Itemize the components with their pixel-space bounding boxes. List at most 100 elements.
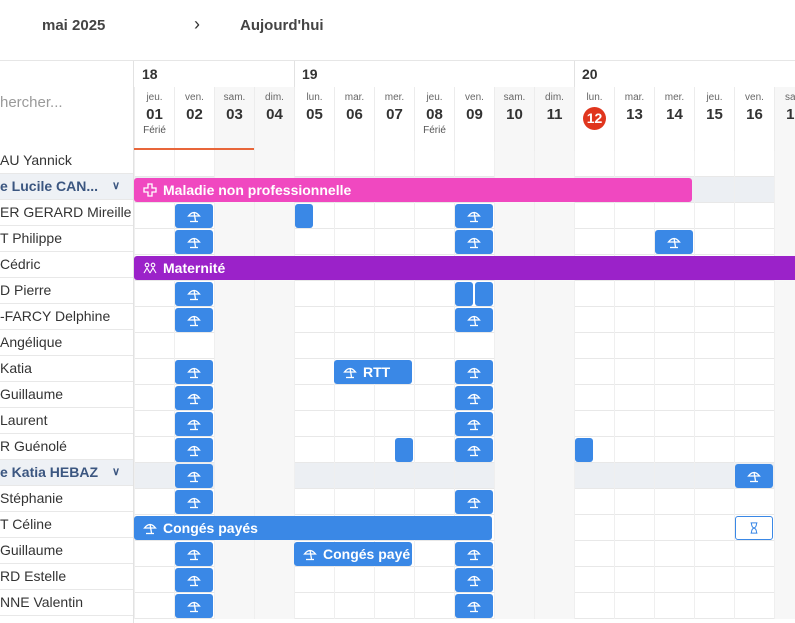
day-cell[interactable] xyxy=(214,151,254,177)
absence-bar[interactable]: Congés payés xyxy=(134,516,492,540)
day-cell[interactable] xyxy=(614,385,654,411)
leave-chip[interactable] xyxy=(455,568,493,592)
leave-chip[interactable] xyxy=(175,594,213,618)
day-cell[interactable] xyxy=(494,411,534,437)
day-cell[interactable] xyxy=(774,567,795,593)
day-cell[interactable] xyxy=(294,411,334,437)
leave-chip[interactable] xyxy=(395,438,413,462)
day-cell[interactable] xyxy=(414,567,454,593)
day-cell[interactable] xyxy=(534,593,574,619)
day-cell[interactable] xyxy=(734,489,774,515)
day-cell[interactable] xyxy=(294,385,334,411)
day-cell[interactable] xyxy=(414,385,454,411)
leave-chip[interactable] xyxy=(735,464,773,488)
day-cell[interactable] xyxy=(774,385,795,411)
day-cell[interactable] xyxy=(694,437,734,463)
day-cell[interactable] xyxy=(774,437,795,463)
day-cell[interactable] xyxy=(134,281,174,307)
day-cell[interactable] xyxy=(614,593,654,619)
day-cell[interactable] xyxy=(694,411,734,437)
leave-chip[interactable] xyxy=(655,230,693,254)
day-cell[interactable] xyxy=(534,359,574,385)
day-cell[interactable] xyxy=(534,567,574,593)
day-cell[interactable] xyxy=(214,411,254,437)
day-cell[interactable] xyxy=(494,541,534,567)
day-cell[interactable] xyxy=(614,151,654,177)
day-cell[interactable] xyxy=(174,333,214,359)
employee-name[interactable]: D Pierre xyxy=(0,278,133,304)
day-cell[interactable] xyxy=(734,567,774,593)
day-cell[interactable] xyxy=(694,515,734,541)
day-cell[interactable] xyxy=(574,593,614,619)
day-cell[interactable] xyxy=(334,333,374,359)
day-cell[interactable] xyxy=(694,463,734,489)
day-cell[interactable] xyxy=(614,515,654,541)
day-cell[interactable] xyxy=(654,593,694,619)
day-cell[interactable] xyxy=(614,411,654,437)
pending-request-chip[interactable] xyxy=(735,516,773,540)
leave-chip[interactable] xyxy=(455,412,493,436)
day-cell[interactable] xyxy=(694,229,734,255)
day-cell[interactable] xyxy=(374,229,414,255)
day-cell[interactable] xyxy=(574,203,614,229)
day-cell[interactable] xyxy=(294,437,334,463)
day-cell[interactable] xyxy=(374,489,414,515)
day-cell[interactable] xyxy=(294,333,334,359)
day-cell[interactable] xyxy=(534,385,574,411)
day-cell[interactable] xyxy=(694,151,734,177)
day-cell[interactable] xyxy=(134,411,174,437)
day-cell[interactable] xyxy=(694,333,734,359)
day-cell[interactable] xyxy=(334,567,374,593)
day-cell[interactable] xyxy=(294,567,334,593)
day-cell[interactable] xyxy=(654,567,694,593)
day-cell[interactable] xyxy=(734,281,774,307)
day-cell[interactable] xyxy=(254,385,294,411)
day-cell[interactable] xyxy=(294,489,334,515)
leave-chip[interactable] xyxy=(175,308,213,332)
day-cell[interactable] xyxy=(654,359,694,385)
day-cell[interactable] xyxy=(254,541,294,567)
day-cell[interactable] xyxy=(414,463,454,489)
day-cell[interactable] xyxy=(694,541,734,567)
search-input[interactable]: hercher... xyxy=(0,94,133,111)
day-cell[interactable] xyxy=(654,489,694,515)
day-cell[interactable] xyxy=(774,541,795,567)
day-cell[interactable] xyxy=(734,307,774,333)
day-cell[interactable] xyxy=(214,541,254,567)
day-cell[interactable] xyxy=(534,489,574,515)
day-cell[interactable] xyxy=(774,359,795,385)
day-cell[interactable] xyxy=(574,411,614,437)
day-cell[interactable] xyxy=(694,203,734,229)
employee-name[interactable]: T Céline xyxy=(0,512,133,538)
day-cell[interactable] xyxy=(774,463,795,489)
day-cell[interactable] xyxy=(254,203,294,229)
day-cell[interactable] xyxy=(694,281,734,307)
day-cell[interactable] xyxy=(614,229,654,255)
day-cell[interactable] xyxy=(734,411,774,437)
day-cell[interactable] xyxy=(334,151,374,177)
day-cell[interactable] xyxy=(534,281,574,307)
day-cell[interactable] xyxy=(334,203,374,229)
day-cell[interactable] xyxy=(734,437,774,463)
day-cell[interactable] xyxy=(654,437,694,463)
day-cell[interactable] xyxy=(254,151,294,177)
day-cell[interactable] xyxy=(774,177,795,203)
day-cell[interactable] xyxy=(374,333,414,359)
leave-chip[interactable] xyxy=(455,542,493,566)
absence-bar[interactable]: Maladie non professionnelle xyxy=(134,178,692,202)
day-cell[interactable] xyxy=(734,229,774,255)
day-cell[interactable] xyxy=(494,359,534,385)
day-cell[interactable] xyxy=(494,463,534,489)
day-cell[interactable] xyxy=(614,281,654,307)
day-cell[interactable] xyxy=(694,359,734,385)
day-cell[interactable] xyxy=(534,515,574,541)
leave-chip[interactable] xyxy=(575,438,593,462)
day-cell[interactable] xyxy=(774,307,795,333)
day-cell[interactable] xyxy=(774,489,795,515)
day-cell[interactable] xyxy=(134,385,174,411)
chevron-down-icon[interactable]: ∨ xyxy=(112,460,120,485)
day-cell[interactable] xyxy=(414,411,454,437)
day-cell[interactable] xyxy=(614,463,654,489)
employee-name[interactable]: AU Yannick xyxy=(0,148,133,174)
day-cell[interactable] xyxy=(134,203,174,229)
